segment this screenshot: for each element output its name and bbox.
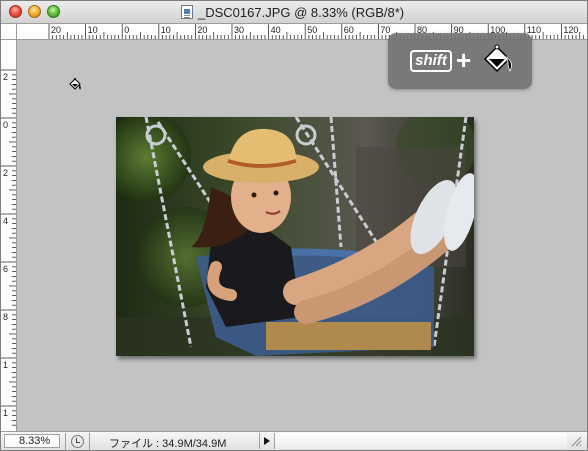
minimize-button[interactable]: [28, 5, 41, 18]
zoom-button[interactable]: [47, 5, 60, 18]
document-image[interactable]: [116, 117, 474, 356]
ruler-label: 70: [380, 25, 390, 35]
status-divider: [65, 433, 66, 450]
ruler-label: 50: [307, 25, 317, 35]
ruler-label: 2: [3, 168, 8, 178]
paint-bucket-cursor-icon: [69, 78, 81, 90]
ruler-label: 0: [124, 25, 129, 35]
title-bar[interactable]: _DSC0167.JPG @ 8.33% (RGB/8*): [1, 1, 587, 24]
status-divider: [89, 433, 90, 450]
ruler-label: 110: [527, 25, 541, 35]
horizontal-scrollbar[interactable]: [275, 433, 567, 449]
ruler-label: 10: [88, 25, 98, 35]
window-title: _DSC0167.JPG @ 8.33% (RGB/8*): [198, 4, 405, 20]
ruler-label: 40: [271, 25, 281, 35]
close-button[interactable]: [9, 5, 22, 18]
ruler-label: 0: [3, 120, 8, 130]
paint-bucket-icon: [483, 44, 512, 73]
vertical-ruler[interactable]: 2 0 2 4 6 8 1 1: [1, 40, 17, 431]
status-bar: 8.33% ファイル : 34.9M/34.9M: [1, 431, 587, 450]
plus-sign: +: [456, 45, 472, 75]
shortcut-overlay: shift +: [388, 33, 532, 89]
ruler-label: 20: [51, 25, 61, 35]
document-window: _DSC0167.JPG @ 8.33% (RGB/8*) 20 10 0 10 20 3…: [0, 0, 588, 451]
ruler-label: 30: [234, 25, 244, 35]
vertical-ruler-ticks: 2 0 2 4 6 8 1 1: [1, 69, 16, 426]
photo-graphic: [116, 117, 474, 356]
timer-icon[interactable]: [71, 435, 84, 448]
window-title-group: _DSC0167.JPG @ 8.33% (RGB/8*): [181, 4, 404, 20]
ruler-label: 120: [563, 25, 578, 35]
ruler-label: 8: [3, 312, 8, 322]
ruler-label: 1: [3, 408, 8, 418]
ruler-origin[interactable]: [1, 24, 17, 40]
ruler-label: 1: [3, 360, 8, 370]
ruler-label: 6: [3, 264, 8, 274]
ruler-label: 2: [3, 72, 8, 82]
ruler-label: 4: [3, 216, 8, 226]
ruler-label: 10: [161, 25, 171, 35]
resize-grip-icon[interactable]: [570, 435, 582, 447]
shift-key: shift: [410, 50, 452, 72]
zoom-field[interactable]: 8.33%: [4, 434, 60, 448]
ruler-label: 60: [344, 25, 354, 35]
file-size-info: ファイル : 34.9M/34.9M: [109, 438, 227, 450]
document-icon: [181, 5, 193, 19]
status-menu-arrow-button[interactable]: [259, 433, 275, 449]
ruler-label: 20: [197, 25, 207, 35]
